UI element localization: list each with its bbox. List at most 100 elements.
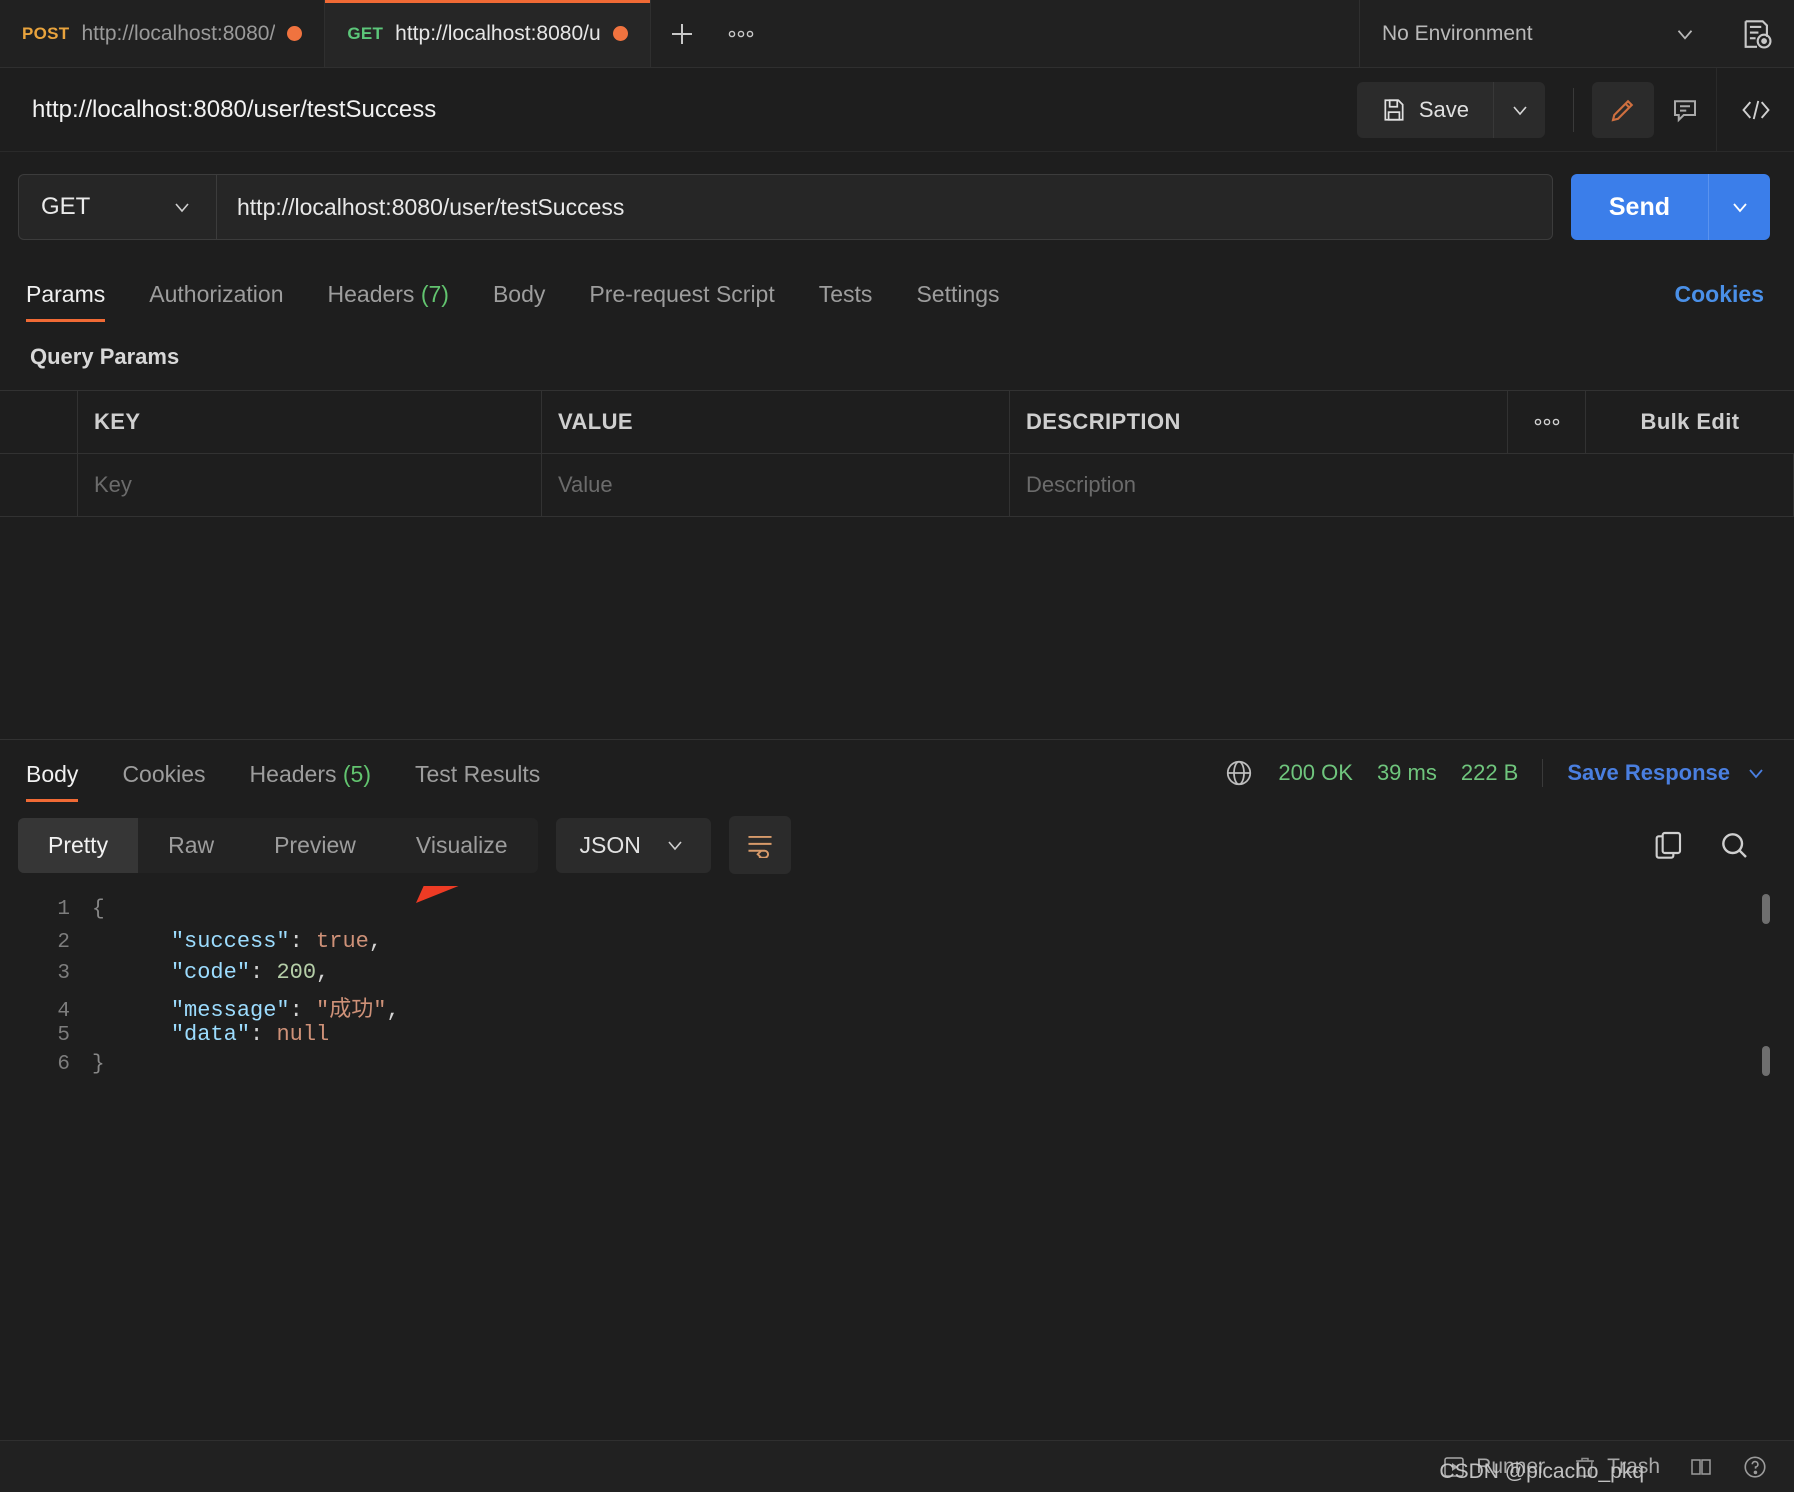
- code-brackets-icon: [1741, 100, 1770, 119]
- tab-more-options-button[interactable]: [713, 0, 769, 67]
- tab-settings[interactable]: Settings: [894, 281, 1021, 322]
- chevron-down-icon: [1732, 203, 1747, 213]
- param-key-input[interactable]: Key: [78, 454, 542, 516]
- json-line: 6}: [0, 1053, 1794, 1084]
- copy-icon[interactable]: [1652, 829, 1684, 861]
- column-header-description: DESCRIPTION: [1010, 391, 1508, 453]
- two-pane-layout-icon: [1691, 1458, 1711, 1475]
- tab-pre-request-script[interactable]: Pre-request Script: [567, 281, 796, 322]
- column-header-value: VALUE: [542, 391, 1010, 453]
- send-button[interactable]: Send: [1570, 174, 1708, 240]
- chevron-down-icon: [1512, 105, 1527, 115]
- response-tab-body[interactable]: Body: [22, 761, 100, 802]
- http-method-select[interactable]: GET: [18, 174, 216, 240]
- edit-request-button[interactable]: [1592, 81, 1654, 138]
- response-tab-headers[interactable]: Headers (5): [228, 761, 393, 802]
- column-header-key: KEY: [78, 391, 542, 453]
- ellipsis-icon: [1534, 418, 1559, 426]
- code-snippet-button[interactable]: [1716, 67, 1794, 152]
- help-button[interactable]: [1742, 1454, 1768, 1480]
- save-button[interactable]: Save: [1356, 81, 1493, 138]
- tab-label: Body: [492, 281, 546, 307]
- view-mode-visualize[interactable]: Visualize: [386, 818, 538, 873]
- tab-headers[interactable]: Headers (7): [306, 281, 471, 322]
- tab-tests[interactable]: Tests: [797, 281, 895, 322]
- viewer-scrollbar-thumb-bottom[interactable]: [1762, 1046, 1770, 1076]
- send-options-button[interactable]: [1708, 174, 1770, 240]
- param-key-placeholder: Key: [94, 472, 132, 497]
- chevron-down-icon: [668, 841, 682, 851]
- new-tab-button[interactable]: [651, 0, 713, 67]
- search-icon[interactable]: [1718, 829, 1750, 861]
- save-button-label: Save: [1418, 96, 1469, 122]
- tab-label: Settings: [916, 281, 1000, 307]
- tab-label: Tests: [818, 281, 873, 307]
- request-tab-get[interactable]: GET http://localhost:8080/u: [325, 0, 651, 67]
- tab-url-label: http://localhost:8080/: [81, 21, 276, 45]
- row-checkbox[interactable]: [0, 454, 78, 516]
- request-tab-post[interactable]: POST http://localhost:8080/: [0, 0, 326, 67]
- request-tab-bar: POST http://localhost:8080/ GET http://l…: [0, 0, 1794, 68]
- json-line: 2 "success": true,: [0, 929, 1794, 960]
- send-button-group: Send: [1570, 174, 1770, 240]
- chevron-down-icon: [1749, 769, 1763, 779]
- param-description-input[interactable]: Description: [1010, 454, 1794, 516]
- response-tab-cookies[interactable]: Cookies: [100, 761, 227, 802]
- save-options-button[interactable]: [1493, 81, 1545, 138]
- table-header-row: KEY VALUE DESCRIPTION Bulk Edit: [0, 391, 1794, 454]
- save-response-button[interactable]: Save Response: [1567, 760, 1768, 786]
- globe-icon: [1227, 760, 1252, 786]
- environment-label: No Environment: [1382, 21, 1533, 45]
- tab-label: Headers: [327, 281, 415, 307]
- line-number: 3: [57, 962, 70, 985]
- response-tab-test-results[interactable]: Test Results: [393, 761, 562, 802]
- json-line-content: "message": "成功",: [170, 998, 400, 1023]
- response-meta: 200 OK 39 ms 222 B Save Response: [1224, 758, 1794, 802]
- bulk-edit-button[interactable]: Bulk Edit: [1586, 391, 1794, 453]
- response-format-select[interactable]: JSON: [555, 817, 711, 873]
- view-mode-pretty[interactable]: Pretty: [18, 817, 139, 873]
- environment-quick-look-button[interactable]: [1720, 0, 1794, 67]
- response-body-viewer[interactable]: 1{2 "success": true, 3 "code": 200, 4 "mes…: [0, 886, 1794, 1356]
- help-circle-icon: [1744, 1455, 1766, 1478]
- pencil-icon: [1611, 99, 1634, 121]
- cookies-link[interactable]: Cookies: [1675, 281, 1794, 322]
- query-params-heading: Query Params: [30, 344, 180, 369]
- wrap-lines-button[interactable]: [728, 816, 791, 874]
- query-params-table: KEY VALUE DESCRIPTION Bulk Edit Key Valu…: [0, 390, 1794, 517]
- tab-label: Body: [26, 761, 79, 787]
- tab-body[interactable]: Body: [471, 281, 567, 322]
- json-line: 1{: [0, 898, 1794, 929]
- trash-button[interactable]: Trash: [1573, 1455, 1660, 1479]
- response-time: 39 ms: [1376, 760, 1437, 785]
- http-method-label: GET: [41, 193, 91, 220]
- table-row[interactable]: Key Value Description: [0, 454, 1794, 517]
- tab-authorization[interactable]: Authorization: [127, 281, 305, 322]
- wrap-lines-icon: [748, 835, 772, 858]
- response-section-tabs: Body Cookies Headers (5) Test Results 20…: [0, 740, 1794, 802]
- url-input[interactable]: http://localhost:8080/user/testSuccess: [216, 174, 1553, 240]
- viewer-scrollbar-thumb-top[interactable]: [1762, 894, 1770, 924]
- table-options-button[interactable]: [1508, 391, 1586, 453]
- line-number: 5: [57, 1024, 70, 1047]
- runner-button[interactable]: Runner: [1442, 1455, 1545, 1479]
- view-mode-raw[interactable]: Raw: [138, 818, 244, 873]
- param-value-input[interactable]: Value: [542, 454, 1010, 516]
- tab-label: Params: [26, 281, 106, 307]
- comment-button[interactable]: [1654, 82, 1716, 138]
- status-code: 200 OK: [1278, 760, 1353, 785]
- param-value-placeholder: Value: [558, 472, 613, 497]
- view-mode-preview[interactable]: Preview: [244, 818, 386, 873]
- play-box-icon: [1444, 1456, 1464, 1477]
- tab-params[interactable]: Params: [22, 281, 127, 322]
- trash-label: Trash: [1607, 1454, 1660, 1478]
- environment-selector[interactable]: No Environment: [1360, 0, 1720, 67]
- json-line-list: 1{2 "success": true, 3 "code": 200, 4 "mes…: [0, 898, 1794, 1084]
- response-body-actions: [1652, 829, 1772, 861]
- line-number: 4: [57, 1000, 70, 1023]
- save-button-group: Save: [1356, 81, 1545, 138]
- layout-toggle-button[interactable]: [1688, 1455, 1714, 1479]
- url-input-value: http://localhost:8080/user/testSuccess: [237, 193, 625, 220]
- tab-method-label: POST: [22, 23, 70, 43]
- request-title-row: http://localhost:8080/user/testSuccess S…: [0, 67, 1794, 152]
